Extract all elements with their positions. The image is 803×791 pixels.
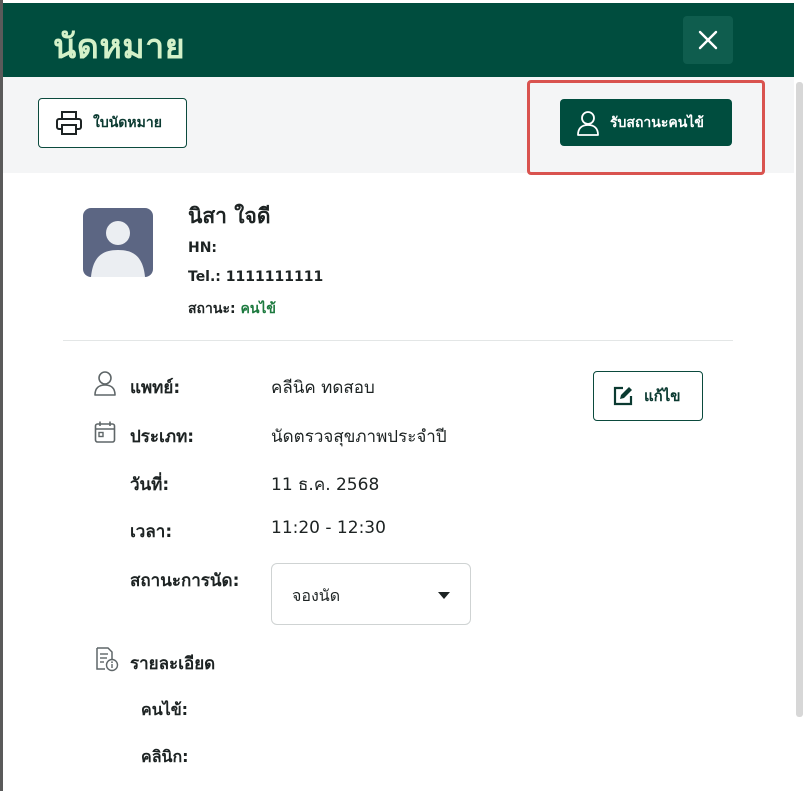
edit-button[interactable]: แก้ไข [593, 371, 703, 421]
action-toolbar: ใบนัดหมาย รับสถานะคนไข้ [3, 77, 794, 175]
appointment-status-value: จองนัด [292, 586, 341, 605]
patient-status: สถานะ: คนไข้ [188, 298, 276, 320]
calendar-icon [94, 421, 116, 443]
close-icon [698, 30, 718, 50]
print-appointment-button[interactable]: ใบนัดหมาย [38, 98, 187, 148]
patient-hn: HN: [188, 240, 217, 256]
doctor-user-icon [94, 371, 116, 396]
avatar-placeholder-icon [91, 221, 145, 277]
doctor-label: แพทย์: [130, 378, 181, 398]
details-patient-label: คนไข้: [141, 700, 189, 719]
type-label: ประเภท: [130, 427, 195, 447]
patient-tel: Tel.: 1111111111 [188, 269, 323, 285]
scrollbar[interactable] [796, 82, 803, 717]
divider [63, 340, 733, 341]
avatar [83, 208, 153, 277]
patient-status-label: สถานะ: [188, 301, 236, 317]
document-info-icon [96, 647, 119, 672]
tel-label: Tel.: [188, 269, 221, 285]
chevron-down-icon [438, 592, 450, 599]
receive-button-label: รับสถานะคนไข้ [610, 114, 704, 131]
details-clinic-label: คลินิก: [141, 747, 189, 766]
user-icon [577, 110, 599, 136]
patient-name: นิสา ใจดี [188, 204, 271, 228]
patient-status-value: คนไข้ [240, 301, 276, 317]
printer-icon [56, 111, 82, 135]
details-title: รายละเอียด [130, 654, 216, 674]
time-label: เวลา: [130, 522, 173, 542]
modal-header: นัดหมาย [3, 3, 794, 77]
edit-icon [613, 386, 633, 406]
appointment-status-label: สถานะการนัด: [130, 571, 240, 591]
receive-patient-status-button[interactable]: รับสถานะคนไข้ [560, 99, 732, 146]
date-value: 11 ธ.ค. 2568 [271, 475, 380, 495]
modal-title: นัดหมาย [53, 27, 186, 67]
edit-button-label: แก้ไข [644, 387, 681, 405]
close-button[interactable] [683, 16, 733, 64]
date-label: วันที่: [130, 475, 170, 495]
print-button-label: ใบนัดหมาย [93, 115, 162, 131]
type-value: นัดตรวจสุขภาพประจำปี [271, 427, 447, 447]
appointment-status-select[interactable]: จองนัด [271, 563, 471, 625]
time-value: 11:20 - 12:30 [271, 518, 386, 538]
doctor-value: คลีนิค ทดสอบ [271, 378, 375, 398]
tel-value: 1111111111 [225, 269, 324, 285]
hn-label: HN: [188, 240, 218, 256]
